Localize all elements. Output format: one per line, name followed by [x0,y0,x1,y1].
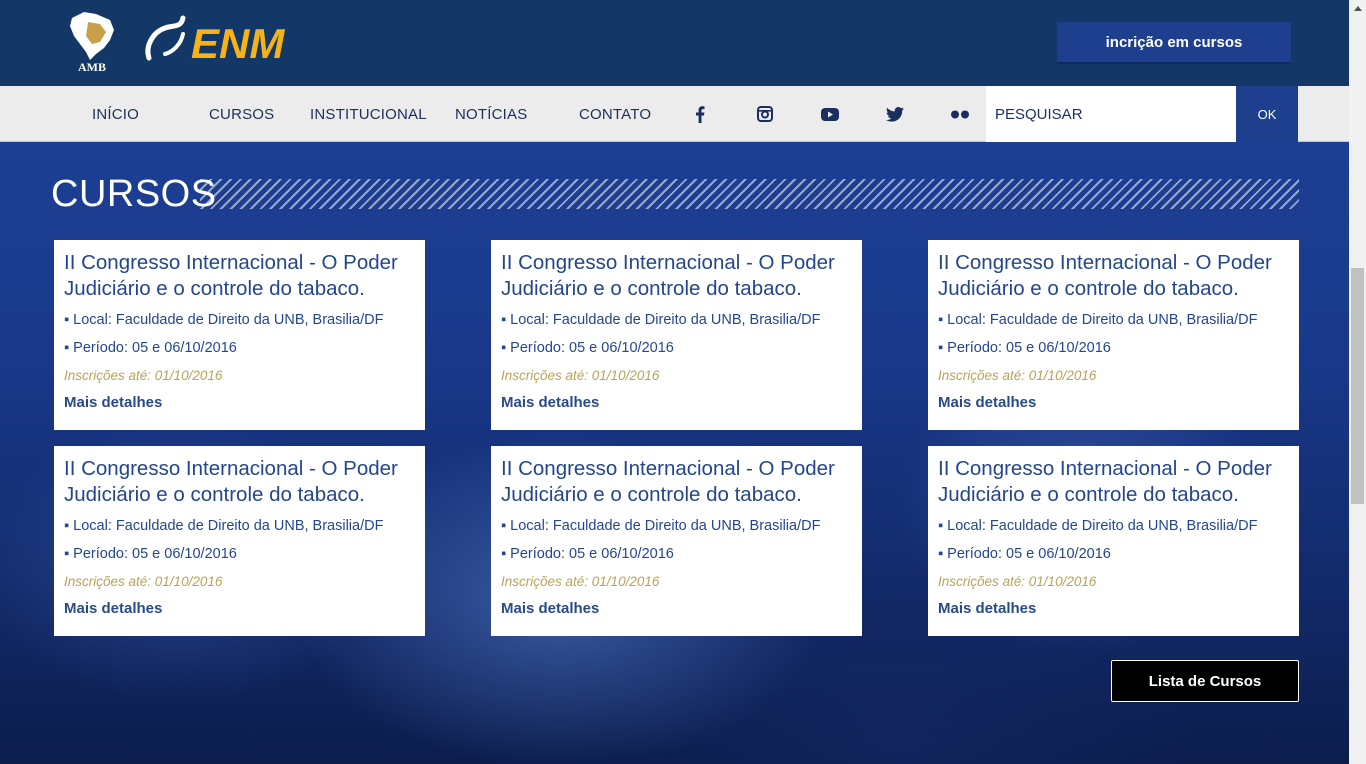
amb-logo-text: AMB [78,60,106,74]
course-location: ▪ Local: Faculdade de Direito da UNB, Br… [938,518,1258,534]
course-title[interactable]: II Congresso Internacional - O Poder Jud… [938,250,1289,302]
course-location: ▪ Local: Faculdade de Direito da UNB, Br… [64,312,384,328]
enm-logo[interactable]: ENM [143,14,303,67]
course-period: ▪ Período: 05 e 06/10/2016 [64,546,237,562]
search-input[interactable] [986,86,1236,142]
nav-item-inicio[interactable]: INÍCIO [92,86,139,142]
flickr-icon[interactable] [945,86,975,142]
course-details-link[interactable]: Mais detalhes [64,393,415,412]
course-location: ▪ Local: Faculdade de Direito da UNB, Br… [501,312,821,328]
course-details-link[interactable]: Mais detalhes [501,599,852,618]
instagram-icon[interactable] [750,86,780,142]
course-location: ▪ Local: Faculdade de Direito da UNB, Br… [501,518,821,534]
section-title: CURSOS [51,173,217,215]
course-title[interactable]: II Congresso Internacional - O Poder Jud… [501,456,852,508]
course-card: II Congresso Internacional - O Poder Jud… [491,446,862,636]
nav-item-contato[interactable]: CONTATO [579,86,651,142]
course-deadline: Inscrições até: 01/10/2016 [938,368,1097,383]
course-card: II Congresso Internacional - O Poder Jud… [491,240,862,430]
course-card: II Congresso Internacional - O Poder Jud… [54,240,425,430]
page-scrollbar[interactable] [1349,0,1366,764]
course-details-link[interactable]: Mais detalhes [501,393,852,412]
course-card: II Congresso Internacional - O Poder Jud… [928,446,1299,636]
course-details-link[interactable]: Mais detalhes [64,599,415,618]
course-card: II Congresso Internacional - O Poder Jud… [928,240,1299,430]
course-location: ▪ Local: Faculdade de Direito da UNB, Br… [938,312,1258,328]
twitter-icon[interactable] [880,86,910,142]
title-decoration [200,179,1299,209]
course-period: ▪ Período: 05 e 06/10/2016 [64,340,237,356]
facebook-icon[interactable] [685,86,715,142]
site-header: AMB ENM incrição em cursos [0,0,1349,86]
scroll-up-arrow-icon[interactable] [1349,0,1366,17]
course-title[interactable]: II Congresso Internacional - O Poder Jud… [64,456,415,508]
course-deadline: Inscrições até: 01/10/2016 [501,368,660,383]
scrollbar-thumb[interactable] [1351,268,1364,504]
course-period: ▪ Período: 05 e 06/10/2016 [938,340,1111,356]
course-deadline: Inscrições até: 01/10/2016 [64,368,223,383]
enm-logo-text: ENM [191,20,285,66]
enroll-courses-button[interactable]: incrição em cursos [1057,22,1291,64]
search-submit-button[interactable]: OK [1236,86,1298,142]
course-period: ▪ Período: 05 e 06/10/2016 [501,546,674,562]
course-card: II Congresso Internacional - O Poder Jud… [54,446,425,636]
course-title[interactable]: II Congresso Internacional - O Poder Jud… [501,250,852,302]
course-deadline: Inscrições até: 01/10/2016 [64,574,223,589]
nav-item-cursos[interactable]: CURSOS [209,86,274,142]
nav-item-institucional[interactable]: INSTITUCIONAL [310,86,427,142]
course-deadline: Inscrições até: 01/10/2016 [938,574,1097,589]
course-details-link[interactable]: Mais detalhes [938,599,1289,618]
course-deadline: Inscrições até: 01/10/2016 [501,574,660,589]
course-details-link[interactable]: Mais detalhes [938,393,1289,412]
course-title[interactable]: II Congresso Internacional - O Poder Jud… [938,456,1289,508]
course-location: ▪ Local: Faculdade de Direito da UNB, Br… [64,518,384,534]
nav-item-noticias[interactable]: NOTÍCIAS [455,86,527,142]
youtube-icon[interactable] [815,86,845,142]
course-period: ▪ Período: 05 e 06/10/2016 [938,546,1111,562]
course-period: ▪ Período: 05 e 06/10/2016 [501,340,674,356]
course-title[interactable]: II Congresso Internacional - O Poder Jud… [64,250,415,302]
course-list-button[interactable]: Lista de Cursos [1111,660,1299,702]
